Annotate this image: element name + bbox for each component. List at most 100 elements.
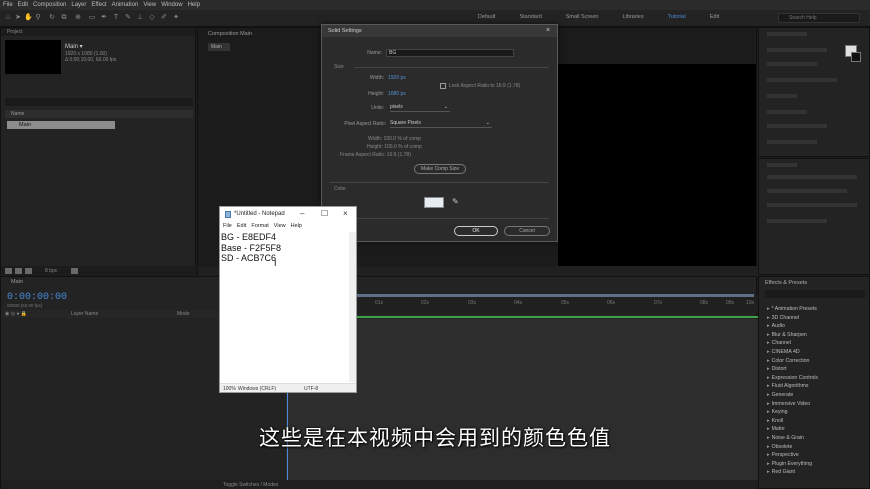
workspace-small-screen[interactable]: Small Screen [566,14,599,20]
menu-effect[interactable]: Effect [91,2,106,8]
effects-presets-panel: Effects & Presets ▸ * Animation Presets ▸… [758,276,870,489]
effect-category[interactable]: ▸ Audio [767,322,818,331]
av-switches-icon[interactable]: ◉ ◎ ● 🔒 [5,310,27,318]
effect-category[interactable]: ▸ Blur & Sharpen [767,331,818,340]
effect-category[interactable]: ▸ Perspective [767,451,818,460]
menu-edit[interactable]: Edit [18,2,28,8]
cancel-button[interactable]: Cancel [504,226,550,236]
solid-name-input[interactable]: BG [386,49,514,57]
close-icon[interactable]: × [343,209,348,218]
project-column-header[interactable]: Name [5,110,193,118]
pixel-aspect-select[interactable]: Square Pixels ⌄ [390,120,492,128]
composition-viewer[interactable] [558,64,756,275]
rotate-tool-icon[interactable]: ↻ [48,14,56,22]
delete-icon[interactable] [71,268,78,274]
effect-category[interactable]: ▸ Channel [767,339,818,348]
project-row-main[interactable]: Main [7,121,115,129]
menu-file[interactable]: File [3,2,13,8]
stroke-color-swatch[interactable] [851,52,861,62]
width-value[interactable]: 1920 px [388,75,406,81]
bpc-label[interactable]: 8 bpc [45,268,57,274]
notepad-titlebar[interactable]: *Untitled - Notepad – ☐ × [220,207,356,222]
lock-aspect-checkbox[interactable] [440,83,446,89]
selection-tool-icon[interactable]: ➤ [14,14,22,22]
workspace-libraries[interactable]: Libraries [622,14,643,20]
effect-category[interactable]: ▸ Expression Controls [767,374,818,383]
menu-help[interactable]: Help [188,2,200,8]
workspace-standard[interactable]: Standard [519,14,541,20]
workspace-tutorial[interactable]: Tutorial [668,14,686,20]
toggle-switches-modes[interactable]: Toggle Switches / Modes [223,482,278,488]
menu-composition[interactable]: Composition [33,2,66,8]
menu-bar: File Edit Composition Layer Effect Anima… [0,0,870,10]
ok-button[interactable]: OK [454,226,498,236]
effect-category[interactable]: ▸ Color Correction [767,357,818,366]
effect-category[interactable]: ▸ Immersive Video [767,400,818,409]
composition-tab[interactable]: Composition Main [208,31,252,37]
workspace-default[interactable]: Default [478,14,495,20]
close-icon[interactable]: × [546,27,550,34]
project-search-input[interactable] [5,98,193,106]
effect-category[interactable]: ▸ CINEMA 4D [767,348,818,357]
effect-category[interactable]: ▸ Plugin Everything [767,460,818,469]
units-select[interactable]: pixels ⌄ [390,104,450,112]
layer-name-column[interactable]: Layer Name [71,310,98,318]
work-area-bar[interactable] [288,294,754,297]
effect-category[interactable]: ▸ Generate [767,391,818,400]
minimize-icon[interactable]: – [300,209,304,218]
stamp-tool-icon[interactable]: ⊥ [136,14,144,22]
expand-arrow-icon: ▸ [767,391,770,398]
roto-brush-icon[interactable]: ✐ [160,14,168,22]
menu-layer[interactable]: Layer [71,2,86,8]
pen-tool-icon[interactable]: ✒ [100,14,108,22]
menu-window[interactable]: Window [161,2,182,8]
pan-behind-tool-icon[interactable]: ⊕ [74,14,82,22]
np-menu-view[interactable]: View [274,222,286,231]
new-folder-icon[interactable] [15,268,22,274]
effect-category[interactable]: ▸ 3D Channel [767,314,818,323]
timeline-footer: Toggle Switches / Modes [1,480,758,489]
timeline-tab[interactable]: Main [11,279,23,285]
type-tool-icon[interactable]: T [112,14,120,22]
make-comp-size-button[interactable]: Make Comp Size [414,164,466,174]
menu-animation[interactable]: Animation [112,2,139,8]
shape-tool-icon[interactable]: ▭ [88,14,96,22]
vertical-scrollbar[interactable] [349,232,356,382]
workspace-edit[interactable]: Edit [710,14,719,20]
interpret-footage-icon[interactable] [5,268,12,274]
notepad-text-area[interactable]: BG - E8EDF4 Base - F2F5F8 SD - ACB7C6 [221,232,349,382]
effect-category[interactable]: ▸ Red Giant [767,468,818,477]
new-composition-icon[interactable] [25,268,32,274]
mode-column[interactable]: Mode [177,310,190,318]
effect-category[interactable]: ▸ Distort [767,365,818,374]
eyedropper-icon[interactable]: ✎ [452,197,459,206]
np-menu-format[interactable]: Format [251,222,268,231]
menu-view[interactable]: View [143,2,156,8]
solid-color-swatch[interactable] [424,197,444,208]
np-menu-edit[interactable]: Edit [237,222,246,231]
text-cursor-icon: I [274,258,277,268]
eraser-tool-icon[interactable]: ◇ [148,14,156,22]
hand-tool-icon[interactable]: ✋ [24,14,33,22]
np-menu-help[interactable]: Help [291,222,302,231]
effects-panel-title[interactable]: Effects & Presets [765,280,807,286]
search-help-input[interactable]: Search Help [778,13,860,23]
effect-category[interactable]: ▸ * Animation Presets [767,305,818,314]
composition-breadcrumb[interactable]: Main [208,43,230,51]
project-item-name[interactable]: Main ▾ [65,43,83,50]
puppet-tool-icon[interactable]: ✦ [172,14,180,22]
camera-tool-icon[interactable]: ⧉ [60,14,68,22]
effect-category[interactable]: ▸ Keying [767,408,818,417]
maximize-icon[interactable]: ☐ [321,209,328,218]
home-icon[interactable]: ⌂ [4,14,12,22]
brush-tool-icon[interactable]: ✎ [124,14,132,22]
effect-category[interactable]: ▸ Fluid Algorithms [767,382,818,391]
effects-search-input[interactable] [765,290,865,298]
dialog-titlebar[interactable]: Solid Settings × [322,25,557,37]
project-panel-tab[interactable]: Project [1,28,195,36]
zoom-tool-icon[interactable]: ⚲ [34,14,42,22]
height-value[interactable]: 1080 px [388,91,406,97]
np-menu-file[interactable]: File [223,222,232,231]
project-panel: Project Main ▾ 1920 x 1080 (1.00) Δ 0;00… [0,27,197,276]
current-time-display[interactable]: 0:00:00:00 [7,292,67,303]
